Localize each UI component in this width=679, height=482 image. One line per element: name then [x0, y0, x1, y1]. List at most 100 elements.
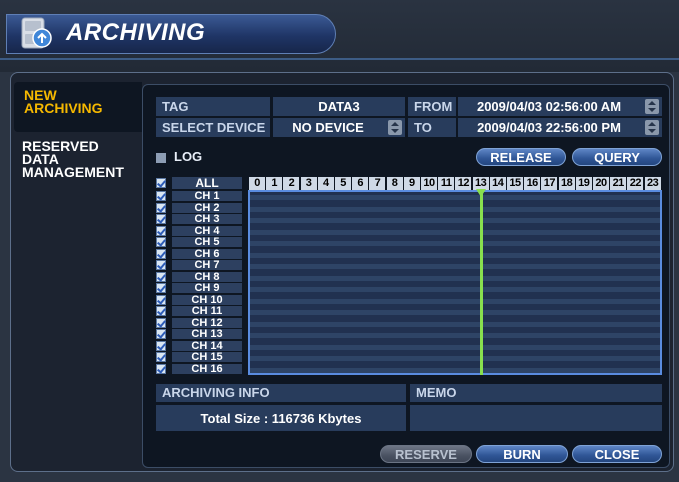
channel-label: CH 14: [172, 340, 242, 351]
device-value[interactable]: NO DEVICE: [273, 118, 405, 137]
channel-label: CH 6: [172, 248, 242, 259]
from-spinner-icon[interactable]: [645, 99, 659, 114]
channel-label: CH 3: [172, 214, 242, 225]
channel-checkbox[interactable]: [156, 283, 166, 293]
hour-label: 12: [455, 177, 472, 190]
to-spinner-icon[interactable]: [645, 120, 659, 135]
hour-label: 8: [386, 177, 403, 190]
time-marker-head-icon[interactable]: [476, 189, 486, 197]
channel-checkbox[interactable]: [156, 340, 166, 351]
channel-checkbox[interactable]: [156, 363, 166, 374]
channel-label: CH 4: [172, 225, 242, 236]
channel-label: CH 10: [172, 294, 242, 305]
timeline-grid[interactable]: [248, 190, 662, 375]
channel-checkbox[interactable]: [156, 248, 166, 259]
tab-new-archiving[interactable]: NEW ARCHIVING: [14, 82, 142, 132]
to-value[interactable]: 2009/04/03 22:56:00 PM: [458, 118, 662, 137]
channel-track: [250, 298, 660, 304]
channel-checkbox[interactable]: [156, 202, 166, 213]
channel-label: CH 2: [172, 202, 242, 213]
channel-track: [250, 218, 660, 223]
channel-checkbox[interactable]: [156, 329, 166, 339]
channel-label: CH 5: [172, 237, 242, 248]
channel-track: [250, 344, 660, 350]
release-button[interactable]: RELEASE: [476, 148, 566, 166]
channel-label: CH 12: [172, 317, 242, 328]
channel-track: [250, 310, 660, 315]
all-label: ALL: [172, 177, 242, 189]
hour-label: 7: [369, 177, 386, 190]
archiving-info-header: ARCHIVING INFO: [162, 385, 270, 400]
channel-label: CH 16: [172, 363, 242, 374]
channel-checkbox[interactable]: [156, 214, 166, 224]
memo-field[interactable]: [410, 405, 662, 431]
hour-label: 23: [644, 177, 661, 190]
time-marker[interactable]: [480, 190, 483, 375]
hour-label: 10: [421, 177, 437, 190]
hour-label: 0: [249, 177, 265, 190]
channel-checkbox[interactable]: [156, 191, 166, 201]
hour-label: 21: [610, 177, 627, 190]
channel-track: [250, 206, 660, 212]
all-checkbox[interactable]: [156, 178, 166, 188]
hour-label: 17: [541, 177, 558, 190]
channel-track: [250, 195, 660, 200]
channel-checkbox[interactable]: [156, 352, 166, 362]
channel-checkbox[interactable]: [156, 317, 166, 328]
channel-label: CH 11: [172, 306, 242, 317]
select-device-label: SELECT DEVICE: [156, 118, 270, 137]
to-label: TO: [408, 118, 456, 137]
channel-track: [250, 252, 660, 258]
channel-label: CH 9: [172, 283, 242, 294]
channel-track: [250, 356, 660, 361]
channel-track: [250, 264, 660, 269]
device-spinner-icon[interactable]: [388, 120, 402, 135]
header-divider: [0, 58, 679, 60]
log-checkbox[interactable]: [156, 153, 166, 163]
channel-track: [250, 275, 660, 281]
burn-button[interactable]: BURN: [476, 445, 568, 463]
hour-label: 14: [489, 177, 506, 190]
hour-label: 20: [593, 177, 609, 190]
tab-reserved-data-management[interactable]: RESERVED DATA MANAGEMENT: [22, 139, 140, 180]
reserve-button[interactable]: RESERVE: [380, 445, 472, 463]
channel-track: [250, 241, 660, 246]
archive-cabinet-icon: [21, 17, 52, 49]
hour-label: 11: [438, 177, 455, 190]
channel-checkbox[interactable]: [156, 225, 166, 236]
channel-track: [250, 229, 660, 235]
hour-label: 18: [558, 177, 575, 190]
tab-new-archiving-line2: ARCHIVING: [24, 100, 103, 116]
hour-label: 9: [403, 177, 420, 190]
hour-label: 3: [300, 177, 317, 190]
memo-header: MEMO: [416, 385, 457, 400]
channel-label: CH 7: [172, 260, 242, 271]
channel-checkbox[interactable]: [156, 260, 166, 270]
channel-label: CH 15: [172, 352, 242, 363]
channel-checkbox[interactable]: [156, 306, 166, 316]
channel-track: [250, 367, 660, 373]
total-size-text: Total Size : 116736 Kbytes: [200, 411, 362, 426]
page-title: ARCHIVING: [66, 19, 206, 46]
channel-label: CH 1: [172, 191, 242, 202]
hour-label: 19: [575, 177, 592, 190]
from-value[interactable]: 2009/04/03 02:56:00 AM: [458, 97, 662, 116]
channel-checkbox[interactable]: [156, 271, 166, 282]
channel-track: [250, 333, 660, 338]
close-button[interactable]: CLOSE: [572, 445, 662, 463]
log-label: LOG: [174, 149, 203, 164]
channel-checkbox[interactable]: [156, 294, 166, 305]
hour-label: 22: [627, 177, 644, 190]
tab-reserved-line3: MANAGEMENT: [22, 164, 124, 180]
hour-label: 2: [283, 177, 300, 190]
channel-label: CH 13: [172, 329, 242, 340]
hour-label: 4: [317, 177, 334, 190]
hour-label: 16: [524, 177, 541, 190]
hour-label: 1: [266, 177, 283, 190]
channel-track: [250, 321, 660, 327]
channel-checkbox[interactable]: [156, 237, 166, 247]
tag-value[interactable]: DATA3: [273, 97, 405, 116]
query-button[interactable]: QUERY: [572, 148, 662, 166]
from-label: FROM: [408, 97, 456, 116]
channel-label: CH 8: [172, 271, 242, 282]
